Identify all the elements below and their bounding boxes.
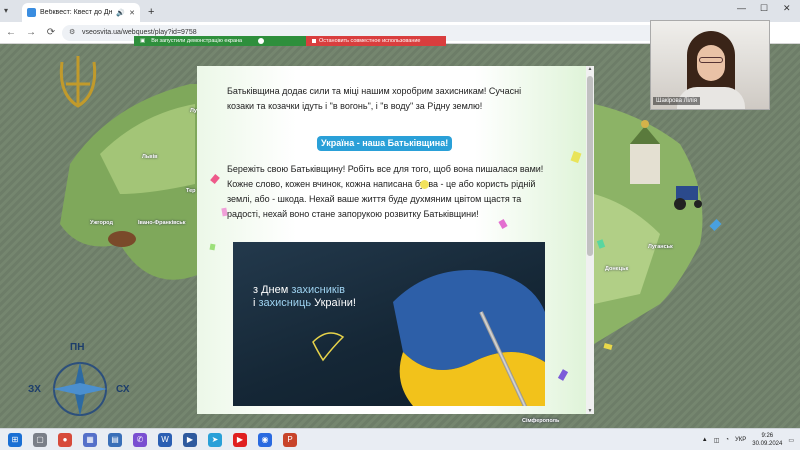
share-check-icon [258, 38, 265, 44]
tab-close-icon[interactable]: ✕ [129, 9, 135, 17]
scroll-up-icon[interactable]: ▲ [586, 66, 594, 72]
map-label-lviv: Львів [142, 154, 158, 160]
network-icon[interactable]: ◫ [714, 437, 720, 444]
ukrainian-flag-illustration [312, 270, 545, 406]
confetti-piece [209, 243, 216, 251]
stop-sharing-text: Остановить совместное использование [319, 38, 421, 44]
task-view-icon[interactable]: ▢ [33, 432, 47, 447]
poster-caption: з Днем захисників і захисниць України! [253, 284, 356, 310]
screen-share-banner: ▣ Ви запустили демонстрацію екрана Остан… [134, 36, 446, 46]
viber-icon[interactable]: ✆ [133, 432, 147, 447]
clock-time: 9:26 [761, 433, 774, 439]
close-window-button[interactable]: ✕ [783, 3, 791, 14]
minimize-button[interactable]: — [737, 3, 746, 13]
video-participant-tile[interactable]: Шакірова Лілія [650, 20, 770, 110]
taskbar-clock[interactable]: 9:26 30.09.2024 [752, 432, 782, 448]
share-active-notice: ▣ Ви запустили демонстрацію екрана [134, 36, 306, 46]
site-favicon-icon [27, 8, 36, 17]
tab-title: Вебквест: Квест до Дня за... [40, 9, 113, 16]
volume-icon[interactable]: ◔ [725, 437, 729, 443]
stop-sharing-button[interactable]: Остановить совместное использование [306, 36, 446, 46]
participant-glasses [699, 57, 723, 63]
map-label-ter: Тер [186, 188, 196, 194]
powerpoint-icon[interactable]: P [283, 432, 297, 447]
bear-icon [108, 231, 136, 247]
word-icon[interactable]: W [158, 432, 172, 447]
notifications-icon[interactable]: ▭ [788, 437, 794, 444]
scroll-down-icon[interactable]: ▼ [586, 408, 594, 414]
tab-menu-icon[interactable]: ▾ [4, 0, 8, 22]
chrome-icon[interactable]: ● [58, 432, 72, 447]
poster-text-2c: України! [311, 297, 356, 309]
participant-name: Шакірова Лілія [653, 97, 700, 105]
system-tray: ▲ ◫ ◔ УКР 9:26 30.09.2024 ▭ [702, 429, 794, 450]
telegram-icon[interactable]: ➤ [208, 432, 222, 447]
youtube-icon[interactable]: ▶ [233, 432, 247, 447]
trident-emblem-icon [59, 56, 97, 108]
defenders-day-poster: з Днем захисників і захисниць України! [233, 242, 545, 406]
poster-text-2b: захисниць [258, 297, 312, 309]
poster-text-1b: захисників [291, 284, 345, 296]
map-label-simferopol: Сімферополь [522, 418, 560, 424]
content-paragraph-1: Батьківщина додає сили та міці нашим хор… [227, 86, 522, 111]
map-label-luhansk: Луганськ [648, 244, 673, 250]
browser-tab[interactable]: Вебквест: Квест до Дня за... 🔊 ✕ [22, 3, 140, 22]
compass-north-label: ПН [70, 342, 85, 353]
new-tab-button[interactable]: + [148, 6, 154, 18]
compass-east-label: СХ [116, 384, 130, 395]
poster-text-1a: з Днем [253, 284, 292, 296]
reload-icon[interactable]: ⟳ [46, 27, 56, 38]
windows-taskbar: ⊞ ▢ ● ▦ ▤ ✆ W ▶ ➤ ▶ ◉ P ▲ ◫ ◔ УКР 9:26 3… [0, 428, 800, 450]
url-text: vseosvita.ua/webquest/play?id=9758 [82, 29, 197, 36]
maximize-button[interactable]: ☐ [760, 3, 768, 14]
video-editor-icon[interactable]: ▶ [183, 432, 197, 447]
content-paragraph-2: Бережіть свою Батьківщину! Робіть все дл… [227, 164, 544, 219]
start-icon[interactable]: ⊞ [8, 432, 22, 447]
zoom-icon[interactable]: ◉ [258, 432, 272, 447]
back-icon[interactable]: ← [6, 27, 16, 38]
browser-tab-bar: ▾ Вебквест: Квест до Дня за... 🔊 ✕ + [0, 0, 800, 22]
clock-date: 30.09.2024 [752, 441, 783, 447]
confetti-piece [420, 180, 429, 189]
store-icon[interactable]: ▤ [108, 432, 122, 447]
map-label-donetsk: Донецьк [605, 266, 629, 272]
map-label-lu: Лу [190, 108, 197, 114]
site-info-icon[interactable]: ⚙ [69, 25, 75, 41]
stop-icon [312, 39, 316, 43]
participant-face [697, 45, 725, 81]
scrollbar-thumb[interactable] [587, 76, 593, 256]
content-scrollbar[interactable]: ▲ ▼ [586, 66, 594, 414]
compass-rose-icon [53, 362, 107, 416]
compass-west-label: ЗХ [28, 384, 41, 395]
map-label-uzhhorod: Ужгород [90, 220, 113, 226]
share-active-text: Ви запустили демонстрацію екрана [151, 38, 243, 44]
speaker-icon[interactable]: 🔊 [116, 9, 125, 17]
calculator-icon[interactable]: ▦ [83, 432, 97, 447]
forward-icon[interactable]: → [26, 27, 36, 38]
webquest-content-panel[interactable]: Батьківщина додає сили та міці нашим хор… [197, 66, 594, 414]
dove-icon [312, 332, 345, 362]
map-label-ivano-frankivsk: Івано-Франківськ [138, 220, 186, 226]
input-language[interactable]: УКР [735, 437, 746, 443]
share-indicator-icon: ▣ [140, 38, 146, 44]
tray-overflow-icon[interactable]: ▲ [702, 437, 708, 443]
section-heading: Україна - наша Батьківщина! [317, 136, 453, 151]
